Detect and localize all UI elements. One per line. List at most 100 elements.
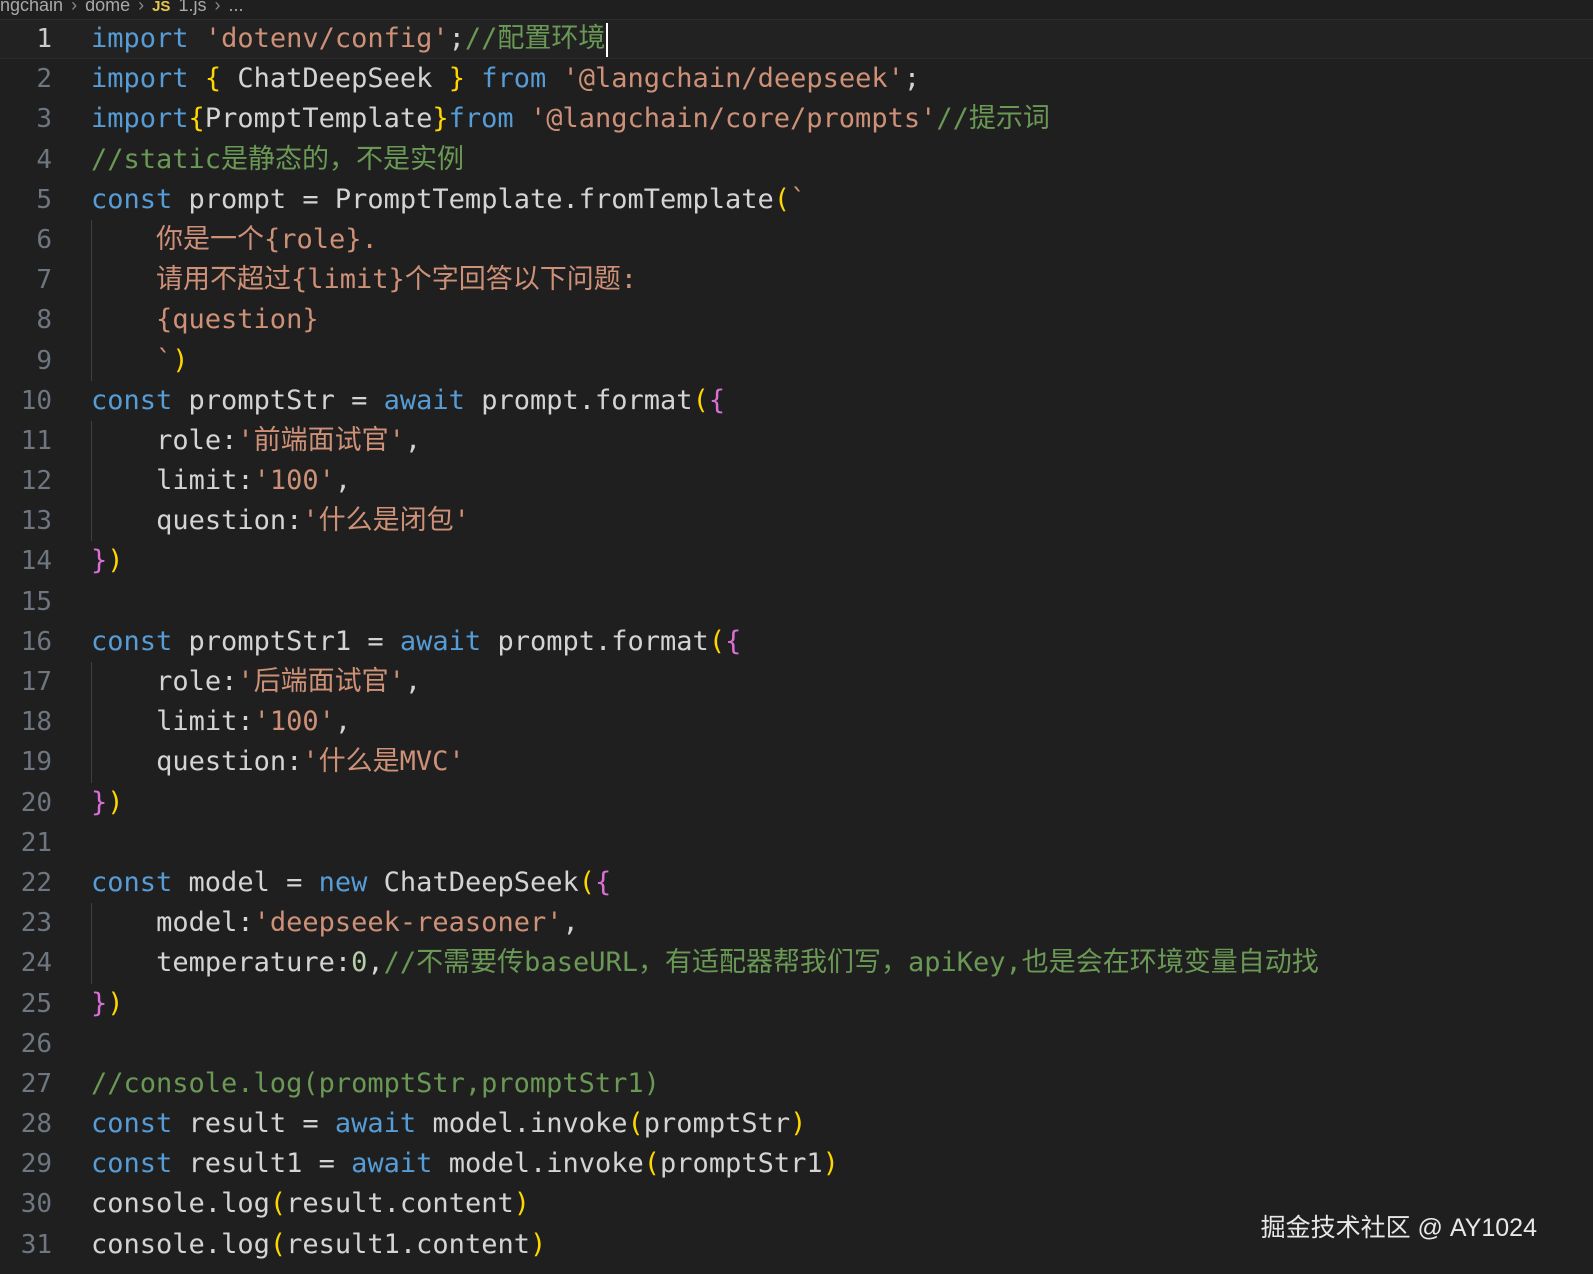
line-number[interactable]: 31: [0, 1225, 52, 1265]
code-text[interactable]: 请用不超过{limit}个字回答以下问题:: [91, 260, 637, 300]
code-line[interactable]: 1 import 'dotenv/config';//配置环境: [0, 19, 1593, 60]
code-text[interactable]: model:'deepseek-reasoner',: [91, 903, 579, 943]
code-line[interactable]: 5 const prompt = PromptTemplate.fromTempl…: [0, 180, 1593, 220]
code-text[interactable]: //console.log(promptStr,promptStr1): [91, 1064, 660, 1104]
code-text[interactable]: const result1 = await model.invoke(promp…: [91, 1144, 839, 1184]
code-line[interactable]: 14}): [0, 541, 1593, 581]
code-text[interactable]: role:'后端面试官',: [91, 662, 421, 702]
line-number[interactable]: 20: [0, 783, 52, 823]
code-text[interactable]: temperature:0,//不需要传baseURL，有适配器帮我们写，api…: [91, 943, 1319, 983]
code-text[interactable]: import{PromptTemplate}from '@langchain/c…: [91, 99, 1050, 139]
code-text[interactable]: 你是一个{role}.: [91, 220, 378, 260]
code-line[interactable]: 21: [0, 823, 1593, 863]
watermark: 掘金技术社区 @ AY1024: [1260, 1214, 1537, 1242]
code-line[interactable]: 2 import { ChatDeepSeek } from '@langchai…: [0, 59, 1593, 99]
breadcrumb-file[interactable]: 1.js: [178, 0, 206, 15]
line-number[interactable]: 2: [0, 59, 52, 99]
code-line[interactable]: 9 `): [0, 340, 1593, 381]
code-line[interactable]: 17 role:'后端面试官',: [0, 662, 1593, 703]
line-number[interactable]: 24: [0, 943, 52, 983]
line-number[interactable]: 22: [0, 863, 52, 903]
code-line[interactable]: 11 role:'前端面试官',: [0, 420, 1593, 462]
code-lines[interactable]: 1 import 'dotenv/config';//配置环境 2 import { …: [0, 19, 1593, 1265]
code-line[interactable]: 27 //console.log(promptStr,promptStr1): [0, 1064, 1593, 1104]
code-text[interactable]: question:'什么是闭包': [91, 501, 470, 541]
chevron-right-icon: ›: [71, 0, 78, 15]
code-text[interactable]: console.log(result.content): [91, 1184, 530, 1224]
code-line[interactable]: 8 {question}: [0, 300, 1593, 341]
line-number[interactable]: 23: [0, 903, 52, 943]
code-text[interactable]: `): [91, 341, 189, 381]
code-line[interactable]: 25}): [0, 984, 1593, 1024]
text-cursor: [606, 22, 609, 57]
code-text[interactable]: }): [91, 541, 124, 581]
line-number[interactable]: 26: [0, 1024, 52, 1064]
code-line[interactable]: 15: [0, 582, 1593, 622]
code-line[interactable]: 28 const result = await model.invoke(prom…: [0, 1104, 1593, 1144]
line-number[interactable]: 6: [0, 220, 52, 260]
line-number[interactable]: 25: [0, 984, 52, 1024]
code-text[interactable]: const prompt = PromptTemplate.fromTempla…: [91, 180, 806, 220]
line-number[interactable]: 18: [0, 702, 52, 742]
line-number[interactable]: 8: [0, 300, 52, 340]
code-text[interactable]: question:'什么是MVC': [91, 742, 465, 782]
line-number[interactable]: 17: [0, 662, 52, 702]
code-line[interactable]: 23 model:'deepseek-reasoner',: [0, 903, 1593, 944]
code-text[interactable]: }): [91, 783, 124, 823]
breadcrumb-folder-dome[interactable]: dome: [85, 0, 130, 15]
line-number[interactable]: 14: [0, 541, 52, 581]
code-text[interactable]: import 'dotenv/config';//配置环境: [91, 19, 609, 59]
code-line[interactable]: 22 const model = new ChatDeepSeek({: [0, 863, 1593, 903]
breadcrumb-symbol-ellipsis[interactable]: ...: [228, 0, 243, 15]
code-line[interactable]: 18 limit:'100',: [0, 702, 1593, 743]
line-number[interactable]: 21: [0, 823, 52, 863]
chevron-right-icon: ›: [138, 0, 145, 15]
code-line[interactable]: 6 你是一个{role}.: [0, 219, 1593, 261]
line-number[interactable]: 7: [0, 260, 52, 300]
code-line[interactable]: 4 //static是静态的，不是实例: [0, 140, 1593, 180]
code-line[interactable]: 12 limit:'100',: [0, 461, 1593, 502]
code-text[interactable]: role:'前端面试官',: [91, 421, 421, 461]
line-number[interactable]: 19: [0, 742, 52, 782]
line-number[interactable]: 11: [0, 421, 52, 461]
code-line[interactable]: 19 question:'什么是MVC': [0, 742, 1593, 783]
code-editor[interactable]: ngchain › dome › JS 1.js ›... 1 import 'dotenv/…: [0, 0, 1593, 1274]
javascript-file-icon: JS: [152, 0, 171, 15]
chevron-right-icon: ›: [214, 0, 221, 15]
code-line[interactable]: 3 import{PromptTemplate}from '@langchain/…: [0, 99, 1593, 139]
line-number[interactable]: 4: [0, 140, 52, 180]
line-number[interactable]: 9: [0, 341, 52, 381]
line-number[interactable]: 28: [0, 1104, 52, 1144]
code-text[interactable]: import { ChatDeepSeek } from '@langchain…: [91, 59, 920, 99]
code-line[interactable]: 26: [0, 1024, 1593, 1064]
code-line[interactable]: 24 temperature:0,//不需要传baseURL，有适配器帮我们写，…: [0, 943, 1593, 984]
code-line[interactable]: 16 const promptStr1 = await prompt.format…: [0, 622, 1593, 662]
code-line[interactable]: 7 请用不超过{limit}个字回答以下问题:: [0, 260, 1593, 301]
code-line[interactable]: 20}): [0, 783, 1593, 823]
code-text[interactable]: const result = await model.invoke(prompt…: [91, 1104, 806, 1144]
breadcrumb-folder-langchain[interactable]: ngchain: [0, 0, 63, 15]
line-number[interactable]: 10: [0, 381, 52, 421]
code-text[interactable]: const promptStr1 = await prompt.format({: [91, 622, 741, 662]
line-number[interactable]: 13: [0, 501, 52, 541]
code-text[interactable]: const promptStr = await prompt.format({: [91, 381, 725, 421]
line-number[interactable]: 29: [0, 1144, 52, 1184]
line-number[interactable]: 15: [0, 582, 52, 622]
code-text[interactable]: limit:'100',: [91, 461, 351, 501]
line-number[interactable]: 5: [0, 180, 52, 220]
line-number[interactable]: 12: [0, 461, 52, 501]
code-line[interactable]: 29 const result1 = await model.invoke(pro…: [0, 1144, 1593, 1184]
code-text[interactable]: }): [91, 984, 124, 1024]
line-number[interactable]: 27: [0, 1064, 52, 1104]
code-text[interactable]: console.log(result1.content): [91, 1225, 546, 1265]
code-text[interactable]: const model = new ChatDeepSeek({: [91, 863, 611, 903]
code-line[interactable]: 13 question:'什么是闭包': [0, 501, 1593, 542]
code-text[interactable]: limit:'100',: [91, 702, 351, 742]
code-text[interactable]: //static是静态的，不是实例: [91, 140, 464, 180]
line-number[interactable]: 1: [0, 19, 52, 59]
line-number[interactable]: 3: [0, 99, 52, 139]
line-number[interactable]: 30: [0, 1184, 52, 1224]
code-text[interactable]: {question}: [91, 300, 319, 340]
code-line[interactable]: 10 const promptStr = await prompt.format(…: [0, 381, 1593, 421]
line-number[interactable]: 16: [0, 622, 52, 662]
